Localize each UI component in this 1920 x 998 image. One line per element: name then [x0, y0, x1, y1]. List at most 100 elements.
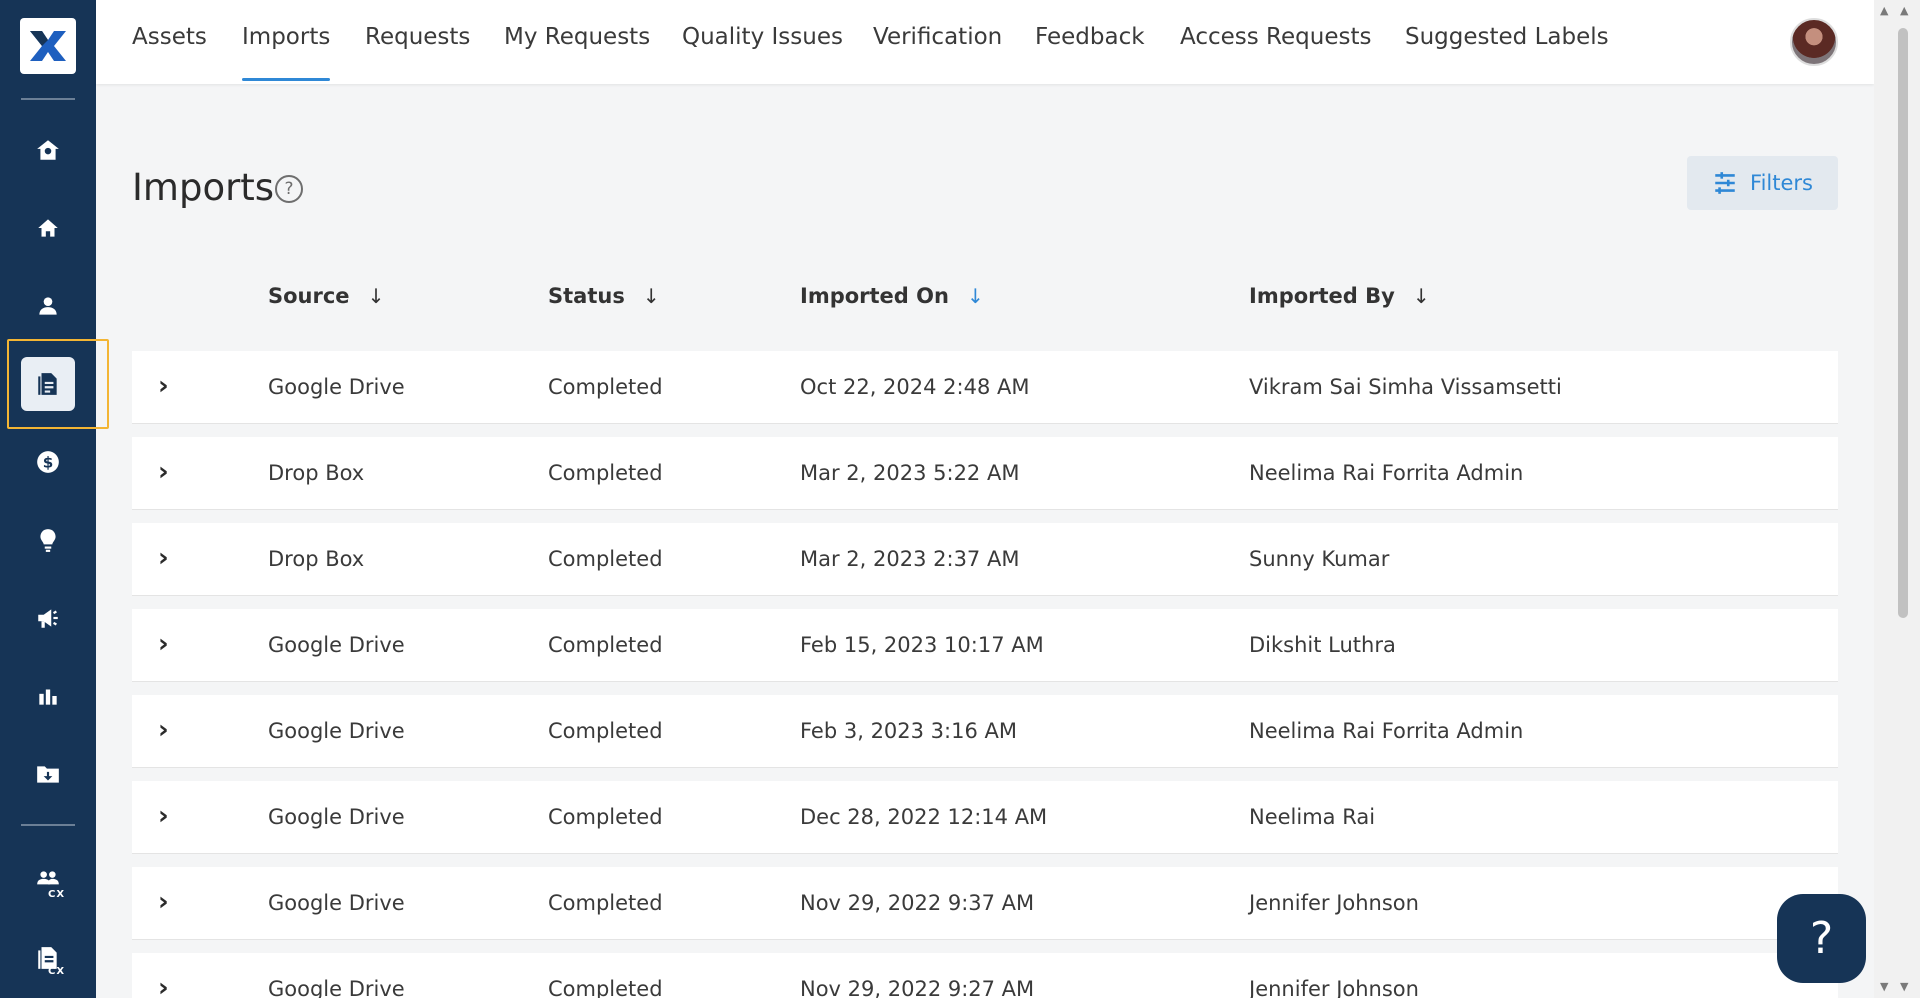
- sidebar-item-analytics[interactable]: [20, 668, 76, 724]
- table-row[interactable]: › Google Drive Completed Nov 29, 2022 9:…: [132, 953, 1838, 998]
- cell-source: Google Drive: [268, 977, 405, 998]
- tab-my-requests[interactable]: My Requests: [504, 24, 650, 50]
- sidebar-item-cx-documents[interactable]: [20, 930, 76, 986]
- top-navigation: Assets Imports Requests My Requests Qual…: [96, 0, 1874, 84]
- table-row[interactable]: › Google Drive Completed Feb 15, 2023 10…: [132, 609, 1838, 682]
- cell-source: Google Drive: [268, 633, 405, 657]
- column-header-status[interactable]: Status ↓: [548, 284, 660, 308]
- scrollbar-thumb[interactable]: [1898, 28, 1908, 618]
- tab-verification[interactable]: Verification: [873, 24, 1002, 50]
- cell-status: Completed: [548, 891, 663, 915]
- chevron-right-icon[interactable]: ›: [158, 371, 169, 401]
- cell-source: Google Drive: [268, 719, 405, 743]
- sidebar-item-home-settings[interactable]: [20, 122, 76, 178]
- cell-status: Completed: [548, 977, 663, 998]
- cx-badge: CX: [48, 966, 66, 977]
- cell-status: Completed: [548, 719, 663, 743]
- table-row[interactable]: › Google Drive Completed Dec 28, 2022 12…: [132, 781, 1838, 854]
- table-row[interactable]: › Google Drive Completed Feb 3, 2023 3:1…: [132, 695, 1838, 768]
- bar-chart-icon: [39, 689, 57, 705]
- tab-requests[interactable]: Requests: [365, 24, 470, 50]
- tab-assets[interactable]: Assets: [132, 24, 207, 50]
- cell-imported-by: Neelima Rai Forrita Admin: [1249, 461, 1524, 485]
- scroll-down-icon[interactable]: ▼: [1900, 980, 1908, 993]
- sidebar-item-billing[interactable]: $: [20, 434, 76, 490]
- cell-imported-on: Mar 2, 2023 2:37 AM: [800, 547, 1020, 571]
- sidebar-item-downloads[interactable]: [20, 746, 76, 802]
- scroll-up-icon[interactable]: ▲: [1900, 4, 1908, 17]
- column-label: Status: [548, 284, 625, 308]
- cell-source: Google Drive: [268, 891, 405, 915]
- person-icon: [39, 297, 57, 315]
- sidebar-item-people[interactable]: [20, 278, 76, 334]
- app-logo[interactable]: [20, 18, 76, 74]
- sort-arrow-icon: ↓: [642, 284, 660, 308]
- sidebar-divider: [21, 824, 75, 826]
- vertical-scrollbar[interactable]: [1874, 0, 1920, 998]
- sort-arrow-icon: ↓: [367, 284, 385, 308]
- chevron-right-icon[interactable]: ›: [158, 629, 169, 659]
- svg-text:$: $: [43, 453, 54, 471]
- download-folder-icon: [37, 766, 59, 783]
- cell-imported-on: Feb 15, 2023 10:17 AM: [800, 633, 1044, 657]
- megaphone-icon: [38, 609, 58, 628]
- scroll-up-icon[interactable]: ▲: [1880, 4, 1888, 17]
- help-circle-icon[interactable]: ?: [275, 175, 303, 203]
- tab-quality-issues[interactable]: Quality Issues: [682, 24, 843, 50]
- sidebar-item-announcements[interactable]: [20, 590, 76, 646]
- cell-status: Completed: [548, 547, 663, 571]
- cell-imported-on: Nov 29, 2022 9:27 AM: [800, 977, 1035, 998]
- cell-status: Completed: [548, 375, 663, 399]
- cell-imported-on: Dec 28, 2022 12:14 AM: [800, 805, 1048, 829]
- scroll-down-icon[interactable]: ▼: [1880, 980, 1888, 993]
- chevron-right-icon[interactable]: ›: [158, 973, 169, 998]
- cell-source: Google Drive: [268, 805, 405, 829]
- chevron-right-icon[interactable]: ›: [158, 715, 169, 745]
- filters-label: Filters: [1750, 171, 1813, 195]
- cell-imported-on: Feb 3, 2023 3:16 AM: [800, 719, 1018, 743]
- table-row[interactable]: › Drop Box Completed Mar 2, 2023 5:22 AM…: [132, 437, 1838, 510]
- chevron-right-icon[interactable]: ›: [158, 801, 169, 831]
- cx-badge: CX: [48, 889, 66, 900]
- cell-imported-by: Jennifer Johnson: [1249, 891, 1419, 915]
- tab-feedback[interactable]: Feedback: [1035, 24, 1145, 50]
- chevron-right-icon[interactable]: ›: [158, 457, 169, 487]
- column-header-imported-by[interactable]: Imported By ↓: [1249, 284, 1430, 308]
- cell-status: Completed: [548, 461, 663, 485]
- tab-access-requests[interactable]: Access Requests: [1180, 24, 1371, 50]
- table-row[interactable]: › Google Drive Completed Nov 29, 2022 9:…: [132, 867, 1838, 940]
- column-header-imported-on[interactable]: Imported On ↓: [800, 284, 984, 308]
- tab-imports[interactable]: Imports: [242, 24, 331, 81]
- table-row[interactable]: › Google Drive Completed Oct 22, 2024 2:…: [132, 351, 1838, 424]
- column-label: Imported By: [1249, 284, 1395, 308]
- sort-arrow-icon: ↓: [1412, 284, 1430, 308]
- cell-status: Completed: [548, 633, 663, 657]
- cell-imported-on: Mar 2, 2023 5:22 AM: [800, 461, 1020, 485]
- cell-imported-by: Vikram Sai Simha Vissamsetti: [1249, 375, 1562, 399]
- chevron-right-icon[interactable]: ›: [158, 543, 169, 573]
- cell-imported-by: Sunny Kumar: [1249, 547, 1390, 571]
- cell-imported-by: Jennifer Johnson: [1249, 977, 1419, 998]
- cell-source: Google Drive: [268, 375, 405, 399]
- column-label: Source: [268, 284, 350, 308]
- tab-suggested-labels[interactable]: Suggested Labels: [1405, 24, 1609, 50]
- table-row[interactable]: › Drop Box Completed Mar 2, 2023 2:37 AM…: [132, 523, 1838, 596]
- x-logo-icon: [30, 31, 66, 61]
- sidebar-divider: [21, 98, 75, 100]
- active-item-highlight: [7, 339, 109, 429]
- column-header-source[interactable]: Source ↓: [268, 284, 384, 308]
- cell-imported-on: Nov 29, 2022 9:37 AM: [800, 891, 1035, 915]
- cell-imported-by: Neelima Rai Forrita Admin: [1249, 719, 1524, 743]
- sidebar-item-ideas[interactable]: [20, 512, 76, 568]
- sliders-icon: [1715, 172, 1735, 194]
- user-avatar[interactable]: [1790, 18, 1838, 66]
- cell-imported-by: Neelima Rai: [1249, 805, 1376, 829]
- sidebar: $ CX CX: [0, 0, 96, 998]
- dollar-icon: $: [37, 451, 59, 473]
- column-label: Imported On: [800, 284, 949, 308]
- filters-button[interactable]: Filters: [1687, 156, 1838, 210]
- sidebar-item-home[interactable]: [20, 200, 76, 256]
- help-chat-button[interactable]: ?: [1777, 894, 1866, 983]
- chevron-right-icon[interactable]: ›: [158, 887, 169, 917]
- cell-source: Drop Box: [268, 547, 365, 571]
